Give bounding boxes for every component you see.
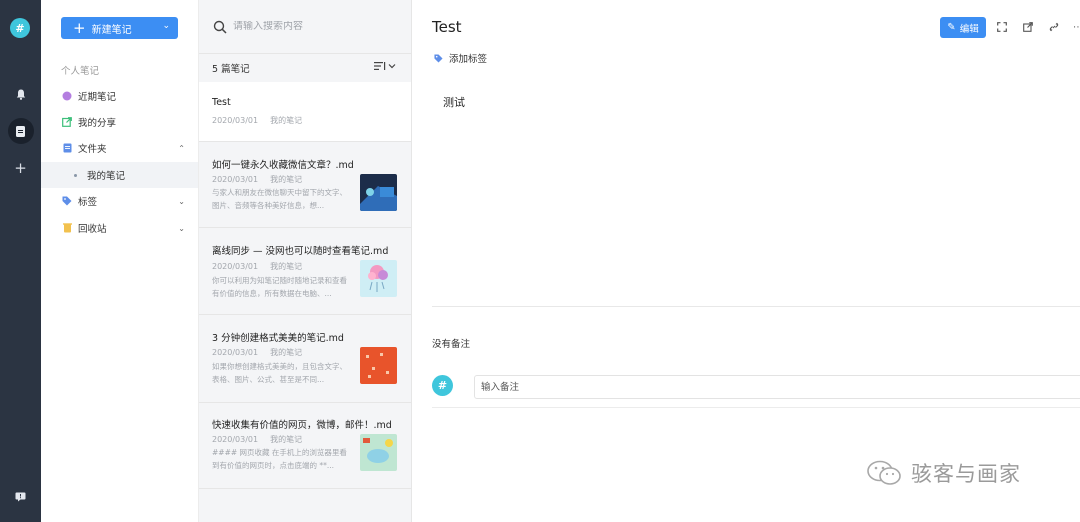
sidebar-item-recent[interactable]: 近期笔记 [41,83,198,109]
sidebar-item-label: 标签 [78,197,98,208]
chevron-down-icon[interactable]: ⌄ [178,224,185,233]
note-thumbnail [360,174,397,211]
note-title: 快速收集有价值的网页，微博，邮件！.md [212,420,392,431]
list-header: 5 篇笔记 [199,54,411,82]
wechat-icon [867,460,901,485]
app-logo[interactable]: # [10,18,30,38]
sidebar-item-label: 我的笔记 [87,171,126,182]
note-count: 5 篇笔记 [212,64,250,75]
note-title: 3 分钟创建格式美美的笔记.md [212,333,344,344]
tag-icon [62,196,72,206]
sidebar-item-label: 回收站 [78,224,107,235]
clock-icon [62,91,72,101]
note-item[interactable]: 如何一键永久收藏微信文章？.md 2020/03/01 我的笔记 与家人和朋友在微… [199,142,411,228]
note-excerpt: 与家人和朋友在微信聊天中留下的文字、图片、音频等各种美好信息，想... [212,188,347,210]
watermark-text: 骇客与画家 [911,462,1021,486]
tag-icon [434,53,443,63]
note-item[interactable]: 3 分钟创建格式美美的笔记.md 2020/03/01 我的笔记 如果你想创建格式… [199,315,411,403]
more-icon[interactable]: ⋯ [1072,21,1080,33]
divider [432,306,1080,307]
sidebar-item-share[interactable]: 我的分享 [41,109,198,135]
section-label: 个人笔记 [61,66,100,77]
note-meta: 2020/03/01 我的笔记 [212,116,303,125]
chevron-down-icon[interactable]: ⌄ [178,197,185,206]
bell-icon[interactable] [0,81,41,107]
trash-icon [62,223,72,233]
sidebar-item-label: 我的分享 [78,118,117,129]
note-meta: 2020/03/01 我的笔记 [212,435,303,444]
edit-label: 编辑 [959,23,979,35]
search-input[interactable] [233,21,403,32]
note-meta: 2020/03/01 我的笔记 [212,262,303,271]
notes-icon[interactable] [0,118,41,144]
sidebar-item-my-notes[interactable]: 我的笔记 [41,162,198,188]
chevron-down-icon[interactable]: ⌄ [162,21,170,31]
open-external-icon[interactable] [1022,21,1034,33]
notes-list: 5 篇笔记 Test 2020/03/01我的笔记 如何一键永久收藏微信文章？.… [199,0,412,522]
comment-input[interactable] [474,375,1080,399]
plus-icon[interactable]: + [0,155,41,181]
avatar: # [432,375,453,396]
note-title: 如何一键永久收藏微信文章？.md [212,160,354,171]
sidebar-item-tags[interactable]: 标签 ⌄ [41,188,198,214]
plus-icon: + [73,18,86,37]
fullscreen-icon[interactable] [996,21,1008,33]
note-title: 离线同步 — 没网也可以随时查看笔记.md [212,246,389,257]
note-thumbnail [360,347,397,384]
left-rail: # + [0,0,41,522]
pencil-icon: ✎ [947,22,956,33]
sidebar-item-label: 近期笔记 [78,92,117,103]
sidebar: + 新建笔记 ⌄ 个人笔记 近期笔记 我的分享 文件夹 ⌃ 我的笔记 标签 ⌄ [41,0,199,522]
link-icon[interactable] [1048,21,1060,33]
feedback-icon[interactable] [0,484,41,510]
share-icon [62,117,72,127]
note-thumbnail [360,434,397,471]
note-thumbnail [360,260,397,297]
note-excerpt: 你可以利用为知笔记随时随地记录和查看有价值的信息，所有数据在电脑、... [212,276,347,298]
sidebar-item-trash[interactable]: 回收站 ⌄ [41,215,198,241]
search-bar [199,0,411,54]
edit-button[interactable]: ✎ 编辑 [940,17,986,38]
bullet-icon [74,173,77,177]
note-item[interactable]: Test 2020/03/01 我的笔记 [199,82,411,142]
note-meta: 2020/03/01 我的笔记 [212,175,303,184]
divider [432,407,1080,408]
sort-icon[interactable] [374,61,396,74]
folder-icon [62,143,72,153]
note-editor: Test ✎ 编辑 ⋯ 添加标签 测试 没有备注 # [412,0,1080,522]
note-excerpt: #### 网页收藏 在手机上的浏览器里看到有价值的网页时，点击底端的 **... [212,448,347,470]
sidebar-item-label: 文件夹 [78,144,107,155]
add-tag-label: 添加标签 [449,54,488,65]
note-meta: 2020/03/01 我的笔记 [212,348,303,357]
no-comment-label: 没有备注 [432,339,471,350]
note-item[interactable]: 离线同步 — 没网也可以随时查看笔记.md 2020/03/01 我的笔记 你可以… [199,228,411,315]
note-title-heading[interactable]: Test [432,18,462,36]
note-item[interactable]: 快速收集有价值的网页，微博，邮件！.md 2020/03/01 我的笔记 ####… [199,403,411,489]
note-excerpt: 如果你想创建格式美美的，且包含文字、表格、图片、公式、甚至是不同... [212,362,347,384]
sidebar-item-folder[interactable]: 文件夹 ⌃ [41,135,198,161]
watermark: 骇客与画家 [865,458,1021,488]
note-content[interactable]: 测试 [443,94,465,110]
note-title: Test [212,97,231,108]
chevron-up-icon[interactable]: ⌃ [178,144,185,153]
search-icon [213,20,227,34]
new-note-label: 新建笔记 [91,24,132,36]
app-window: # + + 新建笔记 ⌄ 个人笔记 近期笔记 我的分享 文件夹 ⌃ 我的笔记 标… [0,0,1080,522]
new-note-button[interactable]: + 新建笔记 ⌄ [61,17,178,39]
add-tag-button[interactable]: 添加标签 [434,51,487,65]
